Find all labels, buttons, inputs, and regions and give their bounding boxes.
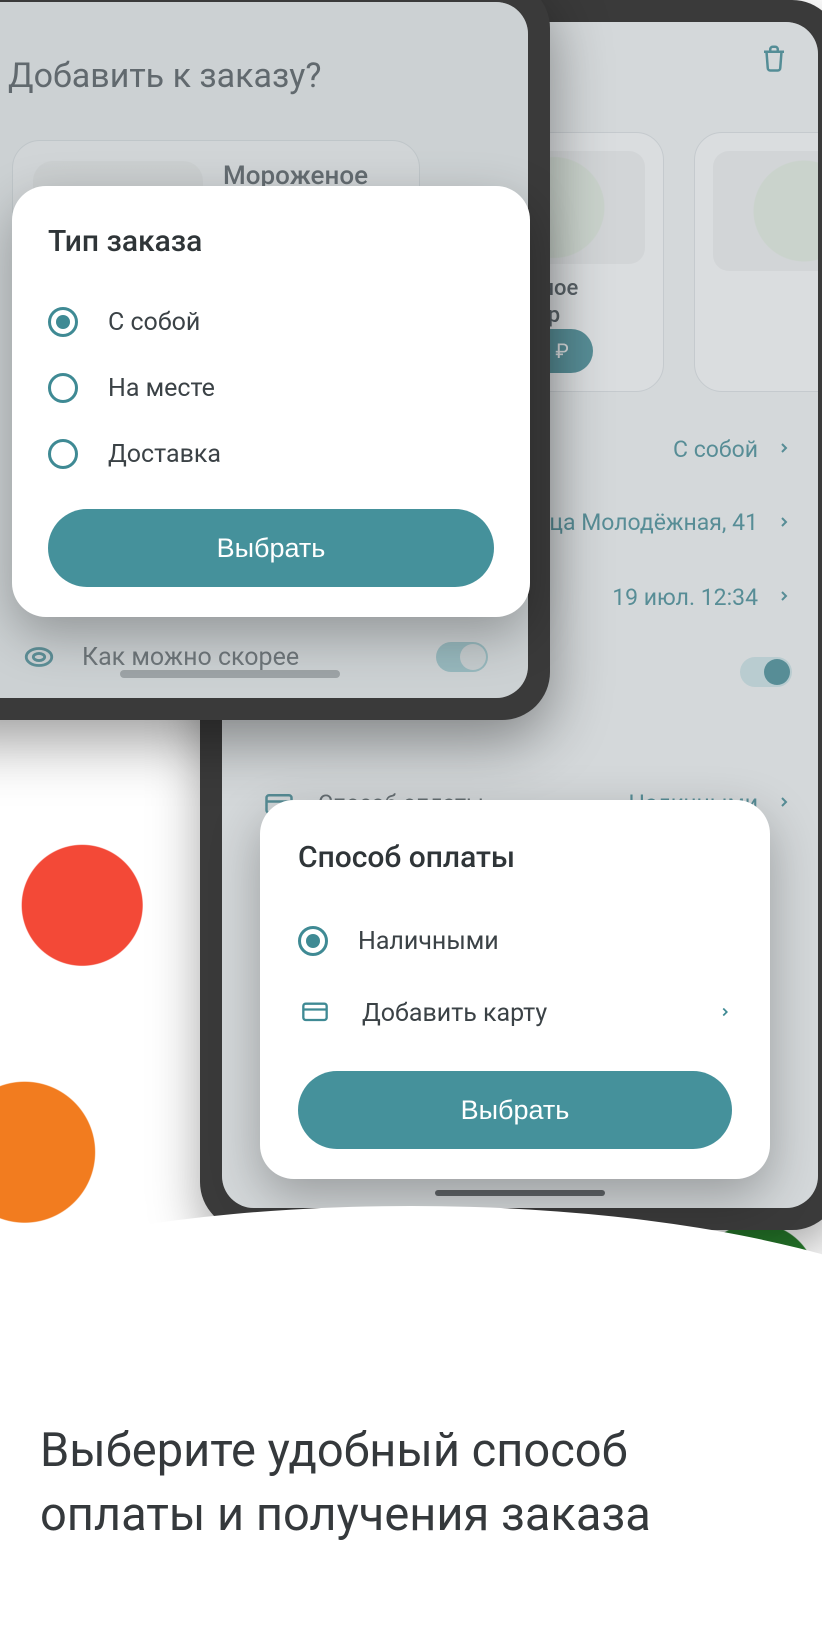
chevron-right-icon — [776, 514, 792, 534]
chevron-right-icon — [776, 440, 792, 460]
card-icon — [298, 999, 332, 1027]
home-indicator — [435, 1190, 605, 1196]
option-label: На месте — [108, 374, 215, 403]
product-card[interactable] — [694, 132, 818, 392]
option-label: Доставка — [108, 440, 221, 469]
dialog-title: Способ оплаты — [298, 840, 732, 875]
select-button[interactable]: Выбрать — [298, 1071, 732, 1149]
delete-order-button[interactable] — [754, 40, 794, 80]
payment-option-cash[interactable]: Наличными — [298, 905, 732, 977]
home-indicator — [120, 670, 340, 678]
radio-unselected-icon — [48, 373, 78, 403]
address-value: ца Молодёжная, 41 — [549, 509, 758, 538]
chevron-right-icon — [776, 794, 792, 814]
radio-unselected-icon — [48, 439, 78, 469]
marketing-bottom-sheet: Выберите удобный способ оплаты и получен… — [0, 1206, 822, 1646]
select-button[interactable]: Выбрать — [48, 509, 494, 587]
chevron-right-icon — [776, 588, 792, 608]
order-type-option-delivery[interactable]: Доставка — [48, 421, 494, 487]
radio-selected-icon — [298, 926, 328, 956]
order-type-dialog: Тип заказа С собой На месте Доставка Выб… — [12, 186, 530, 617]
chevron-right-icon — [718, 1004, 732, 1023]
option-label: Наличными — [358, 927, 499, 956]
product-thumbnail — [713, 151, 818, 271]
dialog-title: Тип заказа — [48, 224, 494, 259]
order-type-value: С собой — [673, 436, 758, 463]
order-type-option-takeaway[interactable]: С собой — [48, 289, 494, 355]
radio-selected-icon — [48, 307, 78, 337]
toggle-switch[interactable] — [740, 657, 792, 687]
marketing-headline: Выберите удобный способ оплаты и получен… — [40, 1419, 782, 1546]
option-label: С собой — [108, 308, 200, 337]
payment-method-dialog: Способ оплаты Наличными Добавить карту В… — [260, 800, 770, 1179]
trash-icon — [759, 43, 789, 77]
option-label: Добавить карту — [362, 999, 547, 1028]
payment-option-add-card[interactable]: Добавить карту — [298, 977, 732, 1049]
order-type-option-dinein[interactable]: На месте — [48, 355, 494, 421]
datetime-value: 19 июл. 12:34 — [612, 584, 758, 611]
